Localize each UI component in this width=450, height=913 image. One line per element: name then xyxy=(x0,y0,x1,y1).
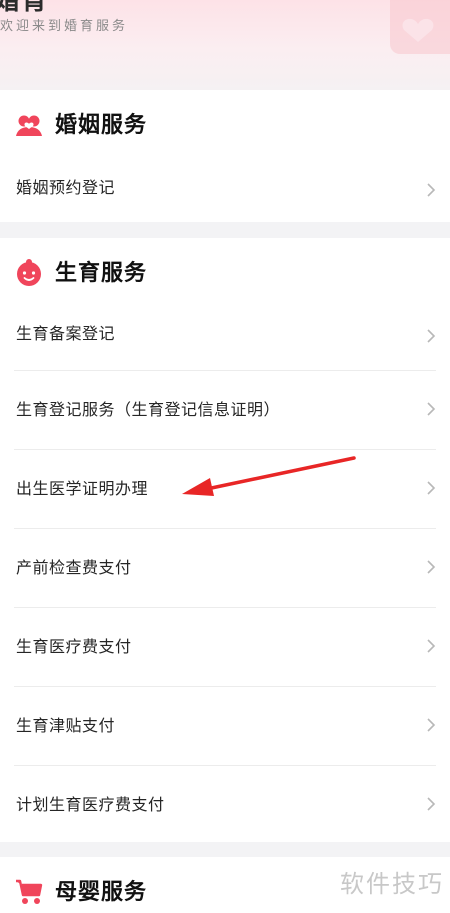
list-item-maternity-allowance-payment[interactable]: 生育津贴支付 xyxy=(14,687,436,766)
list-item-label: 出生医学证明办理 xyxy=(16,479,149,498)
list-item-label: 生育登记服务（生育登记信息证明） xyxy=(16,400,281,419)
chevron-right-icon xyxy=(427,560,436,574)
list-item-maternity-medical-payment[interactable]: 生育医疗费支付 xyxy=(14,608,436,687)
chevron-right-icon xyxy=(427,718,436,732)
list-item-label: 生育备案登记 xyxy=(16,324,116,343)
section-title-marriage: 婚姻服务 xyxy=(55,113,148,138)
section-title-birth: 生育服务 xyxy=(55,261,148,286)
baby-icon xyxy=(17,259,41,286)
marriage-icon xyxy=(16,115,42,136)
list-item-label: 生育医疗费支付 xyxy=(16,637,132,656)
stroller-icon xyxy=(16,879,43,904)
watermark: 软件技巧 xyxy=(336,862,448,901)
section-title-maternal-infant: 母婴服务 xyxy=(55,880,148,905)
header-banner: 婚育 欢迎来到婚育服务 xyxy=(0,0,450,90)
chevron-right-icon xyxy=(427,639,436,653)
heart-decoration-icon xyxy=(390,0,450,54)
list-item-birth-medical-certificate[interactable]: 出生医学证明办理 xyxy=(14,450,436,529)
list-item-prenatal-exam-payment[interactable]: 产前检查费支付 xyxy=(14,529,436,608)
list-item-birth-filing[interactable]: 生育备案登记 xyxy=(14,306,436,371)
list-item-label: 产前检查费支付 xyxy=(16,558,132,577)
list-item-marriage-registration[interactable]: 婚姻预约登记 xyxy=(14,158,436,222)
chevron-right-icon xyxy=(427,183,436,197)
section-birth-services: 生育服务 生育备案登记 生育登记服务（生育登记信息证明） 出生医学证明办理 产前… xyxy=(0,238,450,842)
section-marriage-services: 婚姻服务 婚姻预约登记 xyxy=(0,90,450,222)
chevron-right-icon xyxy=(427,402,436,416)
page: 婚育 欢迎来到婚育服务 婚姻服务 婚姻预约登记 生育服务 生育备案登记 生育登记… xyxy=(0,0,450,913)
chevron-right-icon xyxy=(427,329,436,343)
chevron-right-icon xyxy=(427,481,436,495)
list-item-label: 计划生育医疗费支付 xyxy=(16,795,165,814)
page-subtitle: 欢迎来到婚育服务 xyxy=(0,19,129,34)
list-item-label: 婚姻预约登记 xyxy=(16,178,116,197)
chevron-right-icon xyxy=(427,797,436,811)
list-item-birth-registration-service[interactable]: 生育登记服务（生育登记信息证明） xyxy=(14,371,436,450)
list-item-label: 生育津贴支付 xyxy=(16,716,116,735)
list-item-family-planning-medical-payment[interactable]: 计划生育医疗费支付 xyxy=(14,766,436,844)
